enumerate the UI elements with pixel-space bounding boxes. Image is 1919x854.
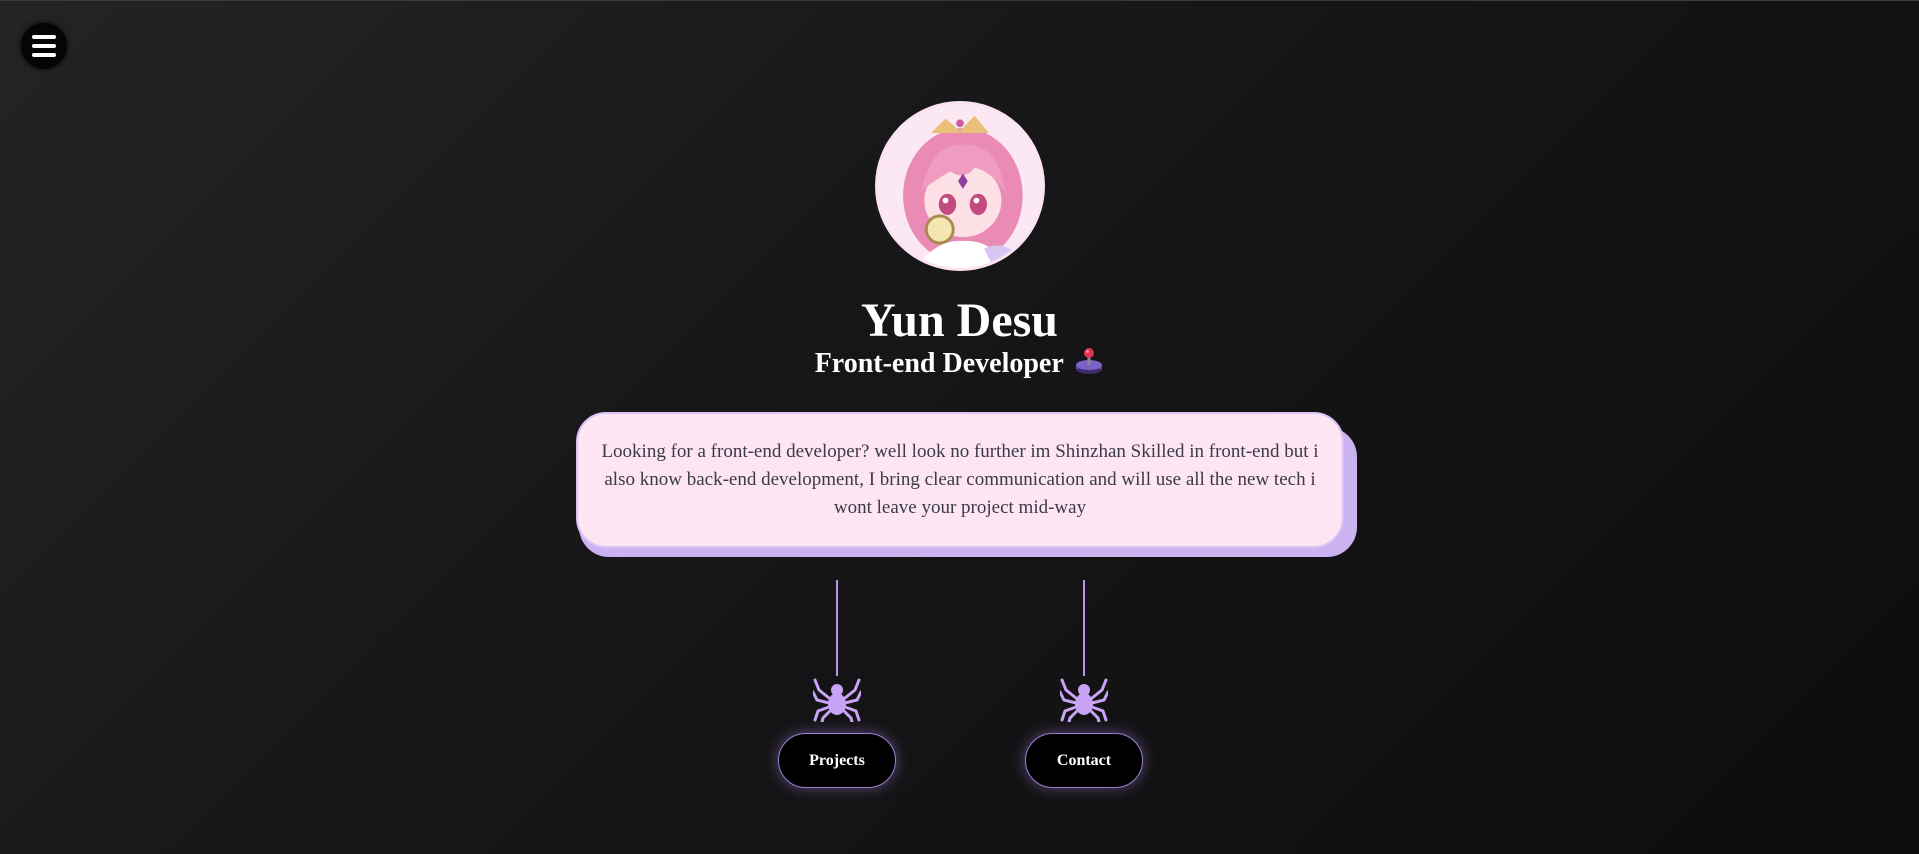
contact-thread: [1083, 580, 1085, 676]
avatar: [875, 101, 1045, 271]
menu-icon-bar: [32, 53, 56, 57]
menu-button[interactable]: [21, 23, 67, 69]
contact-button[interactable]: Contact: [1025, 733, 1143, 788]
projects-button[interactable]: Projects: [778, 733, 896, 788]
spider-icon: [811, 676, 863, 724]
profile-name: Yun Desu: [861, 294, 1058, 347]
profile-role: Front-end Developer: [0, 346, 1919, 381]
spider-icon: [1058, 676, 1110, 724]
bio-text: Looking for a front-end developer? well …: [601, 441, 1319, 518]
menu-icon-bar: [32, 44, 56, 48]
profile-role-text: Front-end Developer: [814, 348, 1064, 379]
menu-icon: [32, 35, 56, 39]
avatar-illustration: [878, 104, 1042, 268]
bio-card: Looking for a front-end developer? well …: [576, 412, 1344, 548]
projects-thread: [836, 580, 838, 676]
joystick-icon: [1074, 346, 1104, 376]
